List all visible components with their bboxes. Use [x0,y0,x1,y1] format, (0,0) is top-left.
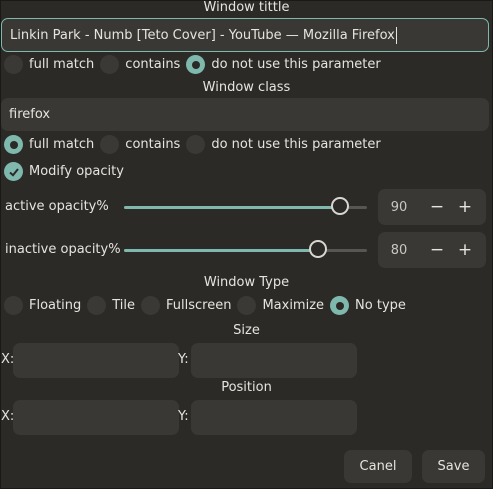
position-x-input[interactable] [13,400,179,435]
inactive-opacity-handle[interactable] [309,240,327,258]
modify-opacity-label: Modify opacity [29,164,124,179]
window-class-match-options: full match contains do not use this para… [4,135,387,154]
active-opacity-increment-button[interactable]: + [451,197,479,217]
title-radio-contains[interactable] [100,55,120,74]
active-opacity-value[interactable]: 90 [378,200,420,215]
active-opacity-decrement-button[interactable]: − [423,197,451,217]
position-heading: Position [221,380,272,395]
inactive-opacity-decrement-button[interactable]: − [423,240,451,260]
modify-opacity-row: Modify opacity [4,162,130,181]
position-y-label: Y: [178,409,189,424]
window-title-match-options: full match contains do not use this para… [4,55,387,74]
size-x-input[interactable] [13,343,179,378]
class-radio-do-not-use[interactable] [186,135,206,154]
type-option-floating: Floating [29,298,82,313]
checkmark-icon [8,167,19,177]
window-title-value: Linkin Park - Numb [Teto Cover] - YouTub… [10,27,395,43]
size-heading: Size [233,323,260,338]
inactive-opacity-value[interactable]: 80 [378,243,420,258]
active-opacity-label: active opacity% [5,199,109,214]
class-radio-contains[interactable] [100,135,120,154]
inactive-opacity-fill [124,249,318,252]
type-radio-floating[interactable] [4,296,23,315]
title-option-contains: contains [125,57,181,72]
inactive-opacity-spinbox: 80 − + [378,232,486,268]
type-option-maximize: Maximize [262,298,325,313]
window-class-value: firefox [9,107,51,122]
class-option-contains: contains [125,137,181,152]
type-radio-no-type[interactable] [330,296,350,315]
active-opacity-spinbox: 90 − + [378,189,486,225]
window-class-heading: Window class [202,80,291,95]
text-caret [395,26,397,44]
type-option-fullscreen: Fullscreen [165,298,232,313]
class-option-full-match: full match [29,137,95,152]
size-y-label: Y: [178,352,189,367]
window-type-options: Floating Tile Fullscreen Maximize No typ… [4,296,412,315]
window-title-heading: Window tittle [203,0,290,15]
type-radio-maximize[interactable] [237,296,257,315]
radio-dot-icon [9,140,18,149]
modify-opacity-checkbox[interactable] [4,162,23,181]
active-opacity-fill [124,206,340,209]
size-y-input[interactable] [191,343,357,378]
type-option-no-type: No type [355,298,406,313]
active-opacity-handle[interactable] [331,197,349,215]
cancel-button[interactable]: Canel [344,450,412,483]
window-title-input[interactable]: Linkin Park - Numb [Teto Cover] - YouTub… [1,18,489,52]
title-radio-do-not-use[interactable] [186,55,206,74]
window-class-input[interactable]: firefox [1,98,489,131]
inactive-opacity-increment-button[interactable]: + [451,240,479,260]
position-y-input[interactable] [191,400,357,435]
class-option-do-not-use: do not use this parameter [211,137,381,152]
window-type-heading: Window Type [203,275,290,290]
type-option-tile: Tile [112,298,135,313]
class-radio-full-match[interactable] [4,135,23,154]
title-option-do-not-use: do not use this parameter [211,57,381,72]
inactive-opacity-label: inactive opacity% [5,242,121,257]
type-radio-tile[interactable] [87,296,107,315]
radio-dot-icon [335,301,344,310]
type-radio-fullscreen[interactable] [140,296,160,315]
save-button[interactable]: Save [422,450,485,483]
radio-dot-icon [191,60,200,69]
title-radio-full-match[interactable] [4,55,23,74]
inactive-opacity-slider[interactable] [124,249,367,252]
title-option-full-match: full match [29,57,95,72]
